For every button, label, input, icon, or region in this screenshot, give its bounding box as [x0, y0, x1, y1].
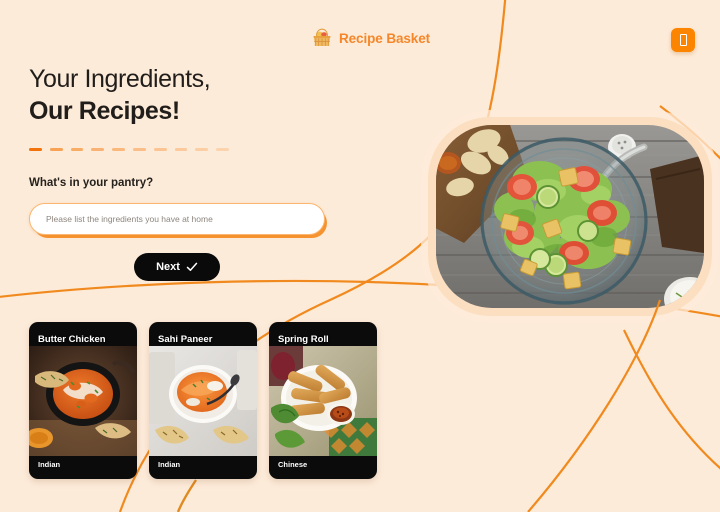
recipe-cuisine: Chinese: [278, 460, 308, 469]
recipe-card[interactable]: Spring Roll Chinese: [269, 322, 377, 479]
menu-glyph-icon: [679, 34, 687, 46]
app-root: Recipe Basket Your Ingredients, Our Reci…: [0, 0, 720, 512]
headline-line-2: Our Recipes!: [29, 97, 180, 125]
hero-left-column: Your Ingredients, Our Recipes! What's in…: [29, 64, 359, 281]
dashed-divider: [29, 148, 229, 151]
spring-roll-photo: [269, 346, 377, 456]
recipe-card[interactable]: Sahi Paneer Indian: [149, 322, 257, 479]
recipe-title: Butter Chicken: [38, 334, 106, 345]
next-button[interactable]: Next: [134, 253, 220, 281]
salad-bowl-photo: [436, 125, 704, 308]
brand-name: Recipe Basket: [339, 30, 430, 46]
basket-icon: [313, 28, 331, 46]
recipe-title: Spring Roll: [278, 334, 329, 345]
page-title: Your Ingredients, Our Recipes!: [29, 64, 359, 126]
next-button-label: Next: [156, 261, 180, 273]
butter-chicken-photo: [29, 346, 137, 456]
pantry-input[interactable]: [29, 203, 325, 235]
hero-image-frame: [428, 117, 712, 316]
recipe-cuisine: Indian: [158, 460, 181, 469]
check-icon: [186, 262, 198, 271]
recipe-card[interactable]: Butter Chicken Indian: [29, 322, 137, 479]
recipe-cuisine: Indian: [38, 460, 61, 469]
pantry-input-wrapper: [29, 203, 325, 235]
recipe-title: Sahi Paneer: [158, 334, 213, 345]
pantry-label: What's in your pantry?: [29, 177, 154, 189]
brand-logo[interactable]: Recipe Basket: [311, 28, 430, 48]
recipe-card-list: Butter Chicken Indian Sahi Paneer Indian…: [29, 322, 377, 479]
page-header: Recipe Basket: [0, 0, 720, 70]
sahi-paneer-photo: [149, 346, 257, 456]
menu-button[interactable]: [671, 28, 695, 52]
submit-row: Next: [29, 253, 325, 281]
